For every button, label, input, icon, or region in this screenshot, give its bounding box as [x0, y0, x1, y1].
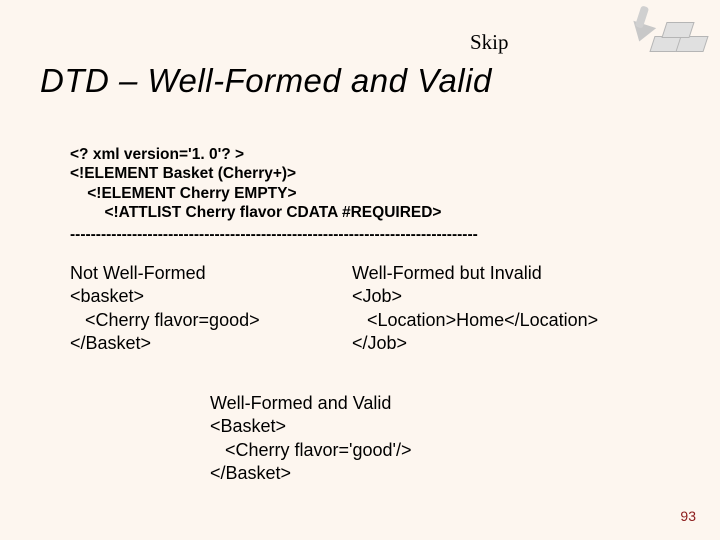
ex-right-line-3: </Job> [352, 333, 407, 353]
ex-left-line-3: </Basket> [70, 333, 151, 353]
ex-bottom-line-1: <Basket> [210, 416, 286, 436]
ex-right-line-1: <Job> [352, 286, 402, 306]
dtd-definition: <? xml version='1. 0'? > <!ELEMENT Baske… [70, 145, 441, 223]
dtd-line-1: <? xml version='1. 0'? > [70, 146, 244, 163]
dtd-line-2: <!ELEMENT Basket (Cherry+)> [70, 165, 296, 182]
dtd-line-3: <!ELEMENT Cherry EMPTY> [70, 185, 297, 202]
bricks-trowel-icon [608, 4, 698, 64]
ex-left-line-1: <basket> [70, 286, 144, 306]
example-well-formed-invalid: Well-Formed but Invalid <Job> <Location>… [352, 262, 598, 356]
page-number: 93 [680, 508, 696, 524]
divider-line: ----------------------------------------… [70, 226, 478, 244]
dtd-line-4: <!ATTLIST Cherry flavor CDATA #REQUIRED> [70, 204, 441, 221]
ex-bottom-heading: Well-Formed and Valid [210, 393, 391, 413]
ex-bottom-line-2: <Cherry flavor='good'/> [210, 440, 411, 460]
ex-left-heading: Not Well-Formed [70, 263, 206, 283]
skip-link[interactable]: Skip [470, 30, 509, 55]
example-well-formed-valid: Well-Formed and Valid <Basket> <Cherry f… [210, 392, 411, 486]
ex-bottom-line-3: </Basket> [210, 463, 291, 483]
ex-left-line-2: <Cherry flavor=good> [70, 310, 260, 330]
ex-right-heading: Well-Formed but Invalid [352, 263, 542, 283]
slide-title: DTD – Well-Formed and Valid [40, 62, 492, 100]
ex-right-line-2: <Location>Home</Location> [352, 310, 598, 330]
example-not-well-formed: Not Well-Formed <basket> <Cherry flavor=… [70, 262, 260, 356]
